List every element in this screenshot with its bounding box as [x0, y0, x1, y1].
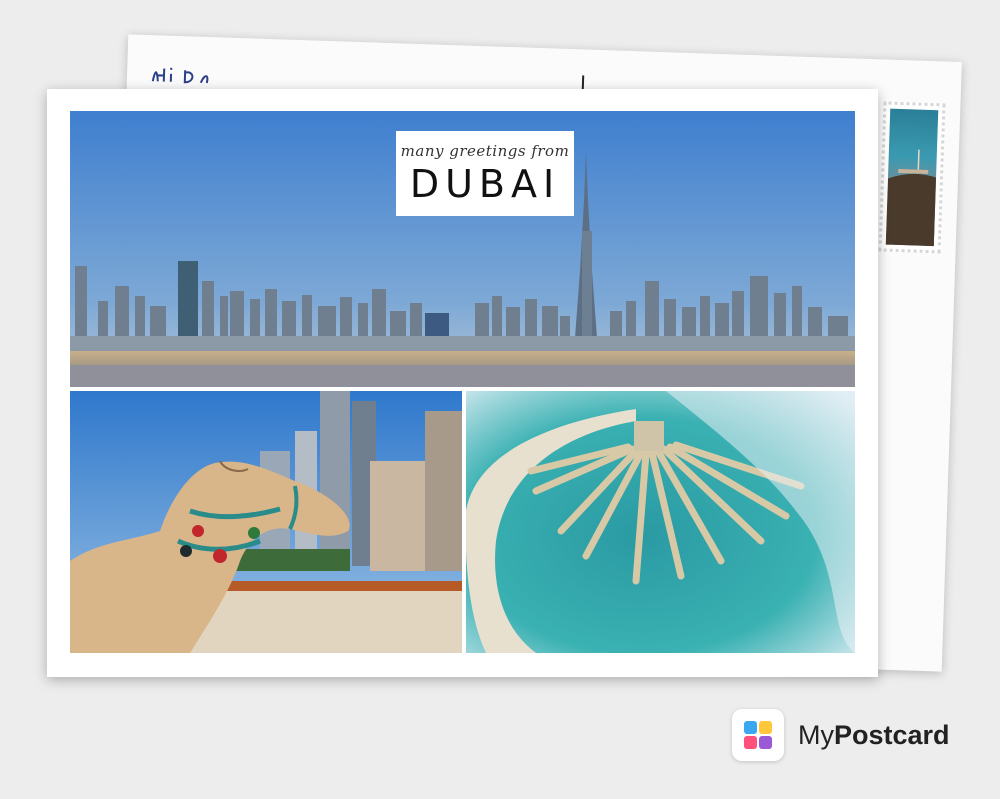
- brand-name: MyPostcard: [798, 720, 950, 751]
- logo-square-pink: [744, 736, 757, 749]
- postage-stamp: [878, 101, 946, 254]
- skyline-photo: many greetings from DUBAI: [70, 111, 855, 387]
- brand-name-part2: Postcard: [834, 719, 950, 750]
- mypostcard-logo-icon: [732, 709, 784, 761]
- logo-square-yellow: [759, 721, 772, 734]
- brand-name-part1: My: [798, 719, 834, 750]
- greeting-subtitle: many greetings from: [400, 142, 570, 160]
- mypostcard-brand[interactable]: MyPostcard: [732, 708, 950, 762]
- postcard-front: many greetings from DUBAI: [47, 89, 878, 677]
- palm-island-photo: [466, 391, 855, 653]
- city-title: DUBAI: [409, 162, 561, 206]
- stamp-picture: [885, 108, 939, 247]
- handwriting-scribble: [151, 67, 209, 84]
- greeting-title-box: many greetings from DUBAI: [396, 131, 574, 216]
- logo-square-blue: [744, 721, 757, 734]
- camel-photo: [70, 391, 462, 653]
- logo-square-purple: [759, 736, 772, 749]
